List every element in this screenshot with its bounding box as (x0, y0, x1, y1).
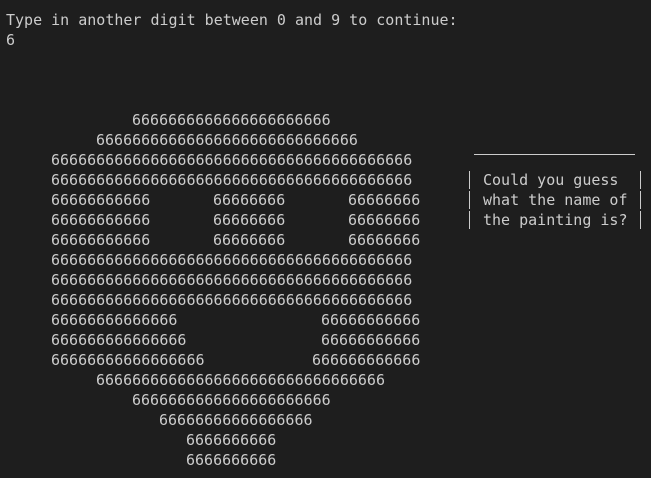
art-line: 6666666666 (186, 431, 277, 449)
art-line: 66666666 (213, 191, 286, 209)
caption-text: the painting is? (483, 211, 628, 229)
art-line: 66666666666666666 (159, 411, 313, 429)
art-line: 66666666 (213, 231, 286, 249)
art-line: 66666666 (348, 211, 421, 229)
art-line: 666666666666 (312, 351, 421, 369)
art-line: 66666666 (348, 231, 421, 249)
art-line: 66666666 (348, 191, 421, 209)
art-line: 66666666666666666 (51, 351, 205, 369)
caption-text: Could you guess (483, 171, 619, 189)
art-line: 66666666666666 (51, 311, 178, 329)
art-line: 6666666666666666666666 (132, 391, 331, 409)
art-line: 66666666666 (51, 191, 151, 209)
art-line: 66666666666666666666666666666 (96, 131, 358, 149)
art-line: 66666666666 (51, 231, 151, 249)
caption-text: what the name of (483, 191, 628, 209)
art-line: 6666666666666666666666666666666666666666 (51, 291, 413, 309)
caption-right-border (640, 211, 641, 229)
art-line: 66666666 (213, 211, 286, 229)
caption-right-border (640, 171, 641, 189)
art-line: 6666666666666666666666 (132, 111, 331, 129)
terminal-window[interactable]: Type in another digit between 0 and 9 to… (0, 0, 651, 478)
user-input-text: 6 (6, 31, 16, 49)
art-line: 66666666666 (321, 311, 421, 329)
caption-top-border (474, 154, 635, 155)
prompt-text: Type in another digit between 0 and 9 to… (6, 11, 458, 29)
caption-right-border (640, 191, 641, 209)
art-line: 666666666666666 (51, 331, 187, 349)
art-line: 6666666666666666666666666666666666666666 (51, 151, 413, 169)
art-line: 6666666666 (186, 451, 277, 469)
art-line: 66666666666 (51, 211, 151, 229)
caption-left-border (469, 191, 470, 209)
caption-left-border (469, 211, 470, 229)
art-line: 6666666666666666666666666666666666666666 (51, 271, 413, 289)
art-line: 6666666666666666666666666666666666666666 (51, 171, 413, 189)
caption-left-border (469, 171, 470, 189)
art-line: 6666666666666666666666666666666666666666 (51, 251, 413, 269)
art-line: 66666666666666666666666666666666 (96, 371, 385, 389)
art-line: 66666666666 (321, 331, 421, 349)
